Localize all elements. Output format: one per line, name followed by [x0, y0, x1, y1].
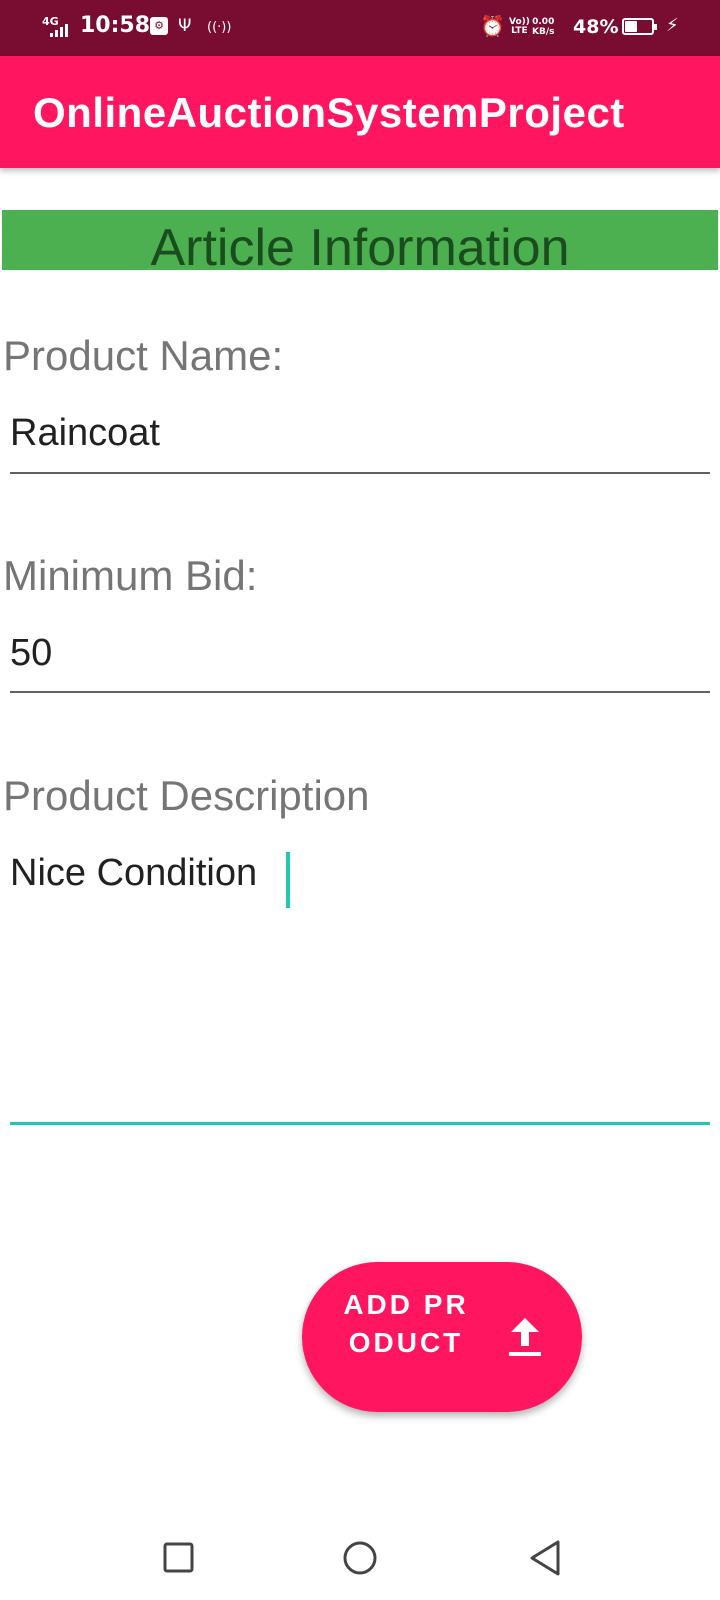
clock: 10:58	[80, 13, 151, 38]
battery-level	[625, 21, 637, 32]
app-bar: OnlineAuctionSystemProject	[0, 56, 720, 168]
battery-icon	[622, 18, 657, 35]
add-product-button[interactable]: ADD PRODUCT	[302, 1262, 582, 1412]
add-product-label: ADD PRODUCT	[343, 1289, 469, 1358]
text-cursor	[286, 852, 290, 908]
status-bar: 4G 10:58 ⚙ Ψ ((·)) ⏰ Vo)) LTE 0.00 KB/s …	[0, 0, 720, 56]
product-name-underline	[10, 472, 710, 474]
product-name-value[interactable]: Raincoat	[10, 412, 160, 455]
recents-icon[interactable]	[162, 1540, 196, 1576]
data-rate: 0.00 KB/s	[532, 17, 555, 37]
product-description-value[interactable]: Nice Condition	[10, 852, 257, 895]
battery-percent: 48%	[573, 16, 619, 38]
volte-icon: Vo)) LTE	[509, 17, 530, 36]
minimum-bid-label: Minimum Bid:	[3, 552, 258, 599]
upload-icon	[509, 1318, 541, 1356]
usb-icon: Ψ	[178, 16, 192, 36]
minimum-bid-value[interactable]: 50	[10, 632, 52, 675]
minimum-bid-underline	[10, 691, 710, 693]
section-title: Article Information	[150, 219, 570, 270]
product-name-label: Product Name:	[3, 332, 284, 379]
hotspot-icon: ((·))	[207, 20, 232, 35]
navigation-bar	[0, 1520, 720, 1600]
usb-debug-icon: ⚙	[150, 17, 168, 35]
app-title: OnlineAuctionSystemProject	[33, 89, 625, 136]
product-description-label: Product Description	[3, 772, 370, 819]
product-description-underline	[10, 1122, 710, 1125]
signal-icon	[50, 24, 68, 37]
back-icon[interactable]	[528, 1540, 564, 1580]
alarm-icon: ⏰	[480, 14, 505, 38]
charging-icon: ⚡	[666, 15, 679, 36]
home-icon[interactable]	[340, 1540, 380, 1580]
section-header: Article Information	[2, 210, 718, 270]
